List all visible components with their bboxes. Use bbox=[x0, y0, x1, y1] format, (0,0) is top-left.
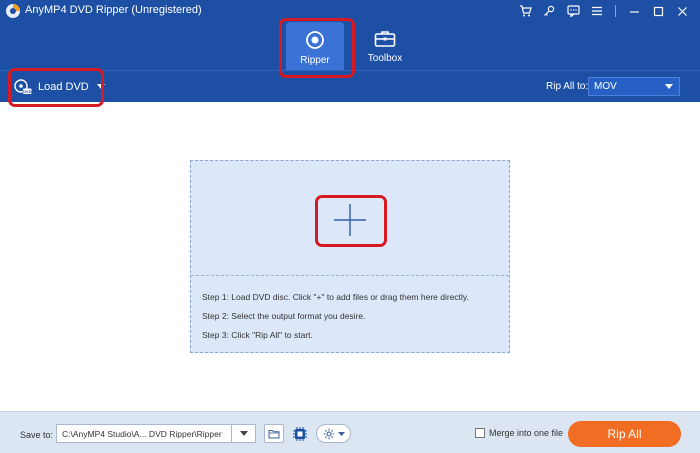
minimize-icon[interactable] bbox=[622, 0, 646, 22]
window-controls bbox=[513, 0, 694, 22]
rip-all-button[interactable]: Rip All bbox=[568, 421, 681, 447]
title-divider bbox=[615, 5, 616, 17]
app-logo-icon bbox=[6, 4, 20, 18]
plus-icon bbox=[334, 204, 366, 236]
step-3-text: Step 3: Click "Rip All" to start. bbox=[202, 330, 313, 340]
toolbox-icon bbox=[374, 31, 396, 47]
open-folder-button[interactable] bbox=[264, 424, 284, 443]
menu-icon[interactable] bbox=[585, 0, 609, 22]
tab-ripper[interactable]: Ripper bbox=[286, 22, 344, 70]
output-format-select[interactable]: MOV bbox=[588, 77, 680, 96]
rip-all-to-label: Rip All to: bbox=[546, 81, 589, 92]
ripper-icon bbox=[306, 31, 324, 49]
merge-label: Merge into one file bbox=[489, 428, 564, 438]
settings-button[interactable] bbox=[316, 424, 351, 443]
drop-area[interactable] bbox=[191, 161, 509, 276]
cart-icon[interactable] bbox=[513, 0, 537, 22]
save-path-field[interactable]: C:\AnyMP4 Studio\A... DVD Ripper\Ripper bbox=[56, 424, 256, 443]
title-bar: AnyMP4 DVD Ripper (Unregistered) bbox=[0, 0, 700, 22]
load-dvd-label: Load DVD bbox=[38, 81, 89, 93]
tab-ripper-label: Ripper bbox=[300, 55, 330, 66]
cpu-chip-icon bbox=[293, 426, 307, 441]
merge-option[interactable]: Merge into one file bbox=[475, 428, 563, 438]
output-format-value: MOV bbox=[594, 81, 617, 92]
folder-icon bbox=[268, 429, 280, 438]
gear-icon bbox=[323, 428, 334, 439]
maximize-icon[interactable] bbox=[646, 0, 670, 22]
dvd-disc-icon: DVD bbox=[14, 79, 32, 94]
svg-text:DVD: DVD bbox=[23, 89, 32, 94]
tab-toolbox-label: Toolbox bbox=[367, 53, 403, 64]
add-files-button[interactable] bbox=[319, 198, 381, 242]
window-title: AnyMP4 DVD Ripper (Unregistered) bbox=[25, 4, 202, 16]
chevron-down-icon bbox=[239, 431, 248, 436]
toolbar: DVD Load DVD Rip All to: MOV bbox=[0, 70, 700, 102]
save-path-dropdown[interactable] bbox=[231, 425, 255, 442]
hardware-acceleration-button[interactable] bbox=[290, 424, 310, 443]
close-icon[interactable] bbox=[670, 0, 694, 22]
caret-down-icon[interactable] bbox=[96, 84, 105, 90]
caret-down-icon bbox=[337, 431, 345, 436]
key-icon[interactable] bbox=[537, 0, 561, 22]
tab-toolbox[interactable]: Toolbox bbox=[356, 22, 414, 70]
merge-checkbox[interactable] bbox=[475, 428, 485, 438]
drop-zone[interactable]: Step 1: Load DVD disc. Click "+" to add … bbox=[190, 160, 510, 353]
instruction-steps: Step 1: Load DVD disc. Click "+" to add … bbox=[202, 292, 469, 349]
step-1-text: Step 1: Load DVD disc. Click "+" to add … bbox=[202, 292, 469, 302]
save-path-value: C:\AnyMP4 Studio\A... DVD Ripper\Ripper bbox=[62, 429, 222, 439]
chevron-down-icon bbox=[665, 84, 673, 89]
bottom-bar: Save to: C:\AnyMP4 Studio\A... DVD Rippe… bbox=[0, 411, 700, 453]
save-to-label: Save to: bbox=[20, 430, 54, 440]
feedback-icon[interactable] bbox=[561, 0, 585, 22]
load-dvd-button[interactable]: DVD Load DVD bbox=[14, 75, 105, 99]
step-2-text: Step 2: Select the output format you des… bbox=[202, 311, 366, 321]
mode-bar: Ripper Toolbox bbox=[0, 22, 700, 70]
